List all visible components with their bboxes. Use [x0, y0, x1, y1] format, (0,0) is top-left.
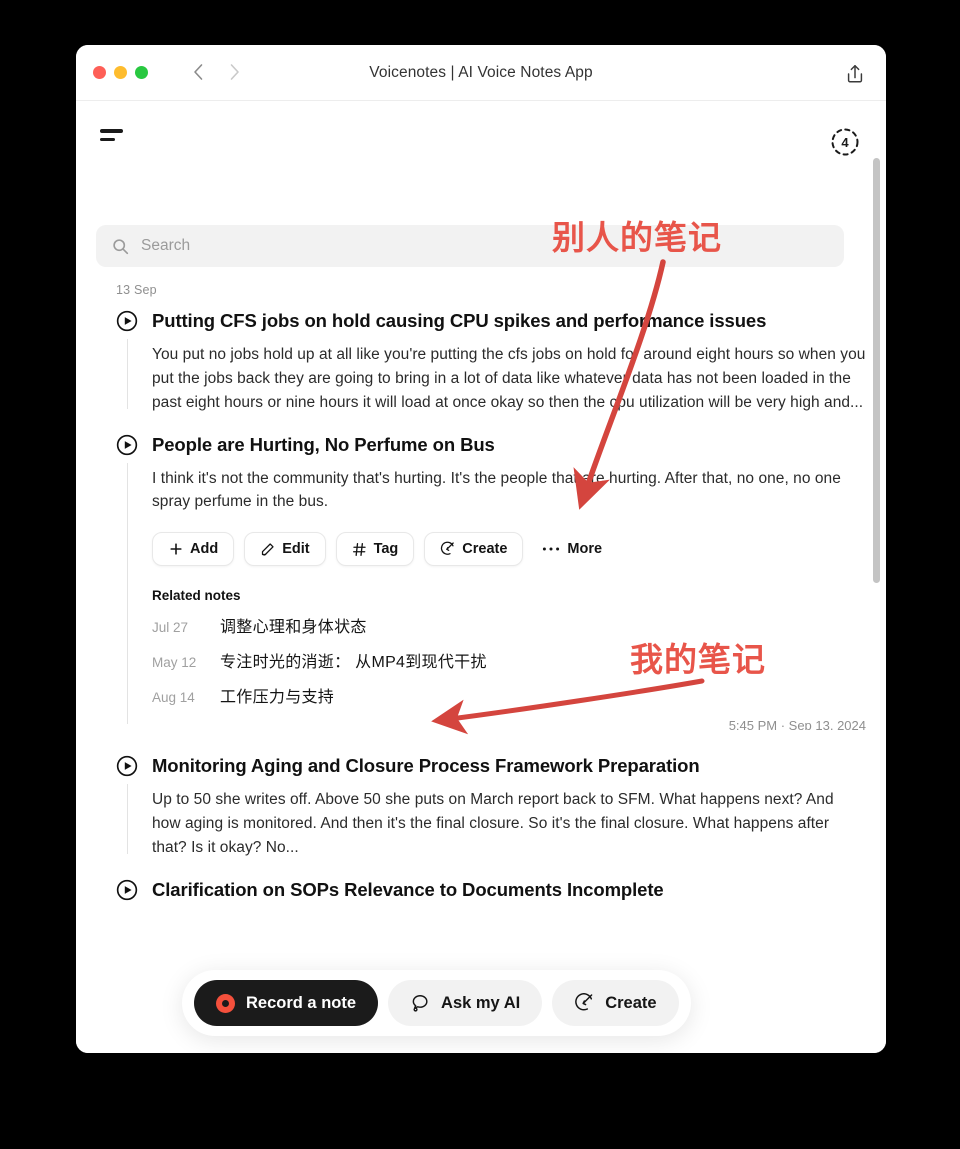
record-a-note-label: Record a note — [246, 993, 357, 1012]
note-spine — [127, 784, 128, 854]
note-title[interactable]: Putting CFS jobs on hold causing CPU spi… — [152, 309, 866, 334]
menu-bar-top — [100, 129, 123, 133]
more-button-label: More — [567, 541, 603, 558]
hash-icon — [352, 542, 367, 557]
bottom-action-bar: Record a note Ask my AI Create — [182, 970, 691, 1036]
note-timestamp: 5:45 PM · Sep 13, 2024 — [728, 718, 866, 731]
vertical-scrollbar[interactable] — [873, 158, 880, 583]
note-body: I think it's not the community that's hu… — [152, 469, 841, 511]
add-button-label: Add — [190, 541, 219, 558]
ask-my-ai-button[interactable]: Ask my AI — [388, 980, 543, 1026]
tag-button-label: Tag — [373, 541, 399, 558]
more-button[interactable]: More — [533, 532, 618, 566]
related-note-date: May 12 — [152, 655, 197, 671]
related-note-date: Jul 27 — [152, 620, 189, 636]
play-circle-icon[interactable] — [116, 434, 138, 456]
related-note-title[interactable]: 专注时光的消逝： 从MP4到现代干扰 — [220, 648, 487, 672]
hamburger-menu-icon[interactable] — [100, 129, 128, 146]
menu-bar-bottom — [100, 137, 115, 141]
annotation-label-my-notes: 我的笔记 — [630, 641, 766, 678]
app-window: Voicenotes | AI Voice Notes App 4 Search… — [76, 45, 886, 1053]
create-action-button[interactable]: Create — [552, 980, 679, 1026]
note-actions: Add Edit Tag Create More — [152, 532, 866, 567]
note-body: Up to 50 she writes off. Above 50 she pu… — [152, 791, 834, 856]
tag-button[interactable]: Tag — [335, 532, 415, 567]
note-title[interactable]: People are Hurting, No Perfume on Bus — [152, 433, 866, 458]
annotation-label-others-notes: 别人的笔记 — [552, 219, 722, 256]
record-dot-icon — [216, 993, 235, 1013]
streak-count: 4 — [841, 134, 849, 150]
note-item[interactable]: People are Hurting, No Perfume on Bus I … — [96, 433, 866, 731]
app-topbar: 4 — [76, 101, 886, 156]
search-input[interactable] — [139, 236, 828, 256]
note-spine — [127, 462, 128, 725]
create-action-label: Create — [605, 993, 657, 1012]
note-item[interactable]: Putting CFS jobs on hold causing CPU spi… — [96, 309, 866, 415]
search-bar[interactable] — [96, 225, 844, 267]
day-label: 13 Sep — [116, 283, 157, 297]
share-icon[interactable] — [844, 63, 866, 85]
window-titlebar: Voicenotes | AI Voice Notes App — [76, 45, 886, 101]
record-a-note-button[interactable]: Record a note — [194, 980, 379, 1026]
chat-bubble-icon — [410, 993, 430, 1013]
screenshot-root: Voicenotes | AI Voice Notes App 4 Search… — [0, 0, 960, 1149]
related-notes-heading: Related notes — [152, 588, 241, 604]
edit-button[interactable]: Edit — [244, 532, 326, 567]
note-item[interactable]: Clarification on SOPs Relevance to Docum… — [96, 878, 866, 903]
note-item[interactable]: Monitoring Aging and Closure Process Fra… — [96, 754, 866, 860]
note-spine — [127, 339, 128, 409]
streak-badge[interactable]: 4 — [830, 127, 860, 157]
magic-wand-icon — [574, 993, 594, 1013]
magic-wand-icon — [440, 541, 455, 557]
plus-icon — [168, 542, 183, 557]
related-note-date: Aug 14 — [152, 690, 195, 706]
pencil-icon — [260, 542, 275, 557]
play-circle-icon[interactable] — [116, 879, 138, 901]
ask-my-ai-label: Ask my AI — [441, 993, 521, 1012]
app-content: 4 13 Sep — [76, 101, 886, 1053]
edit-button-label: Edit — [282, 541, 310, 558]
add-button[interactable]: Add — [152, 532, 235, 567]
create-button-label: Create — [462, 541, 508, 558]
search-icon — [112, 238, 129, 255]
ellipsis-icon — [542, 542, 560, 557]
note-title[interactable]: Monitoring Aging and Closure Process Fra… — [152, 754, 866, 779]
create-button[interactable]: Create — [424, 532, 524, 567]
note-body: You put no jobs hold up at all like you'… — [152, 345, 866, 411]
play-circle-icon[interactable] — [116, 310, 138, 332]
play-circle-icon[interactable] — [116, 755, 138, 777]
related-note-title[interactable]: 调整心理和身体状态 — [220, 613, 367, 637]
related-note-title[interactable]: 工作压力与支持 — [220, 683, 334, 707]
note-title[interactable]: Clarification on SOPs Relevance to Docum… — [152, 878, 866, 903]
related-note-row[interactable]: Aug 14 工作压力与支持 — [152, 683, 866, 707]
window-title: Voicenotes | AI Voice Notes App — [369, 64, 593, 81]
